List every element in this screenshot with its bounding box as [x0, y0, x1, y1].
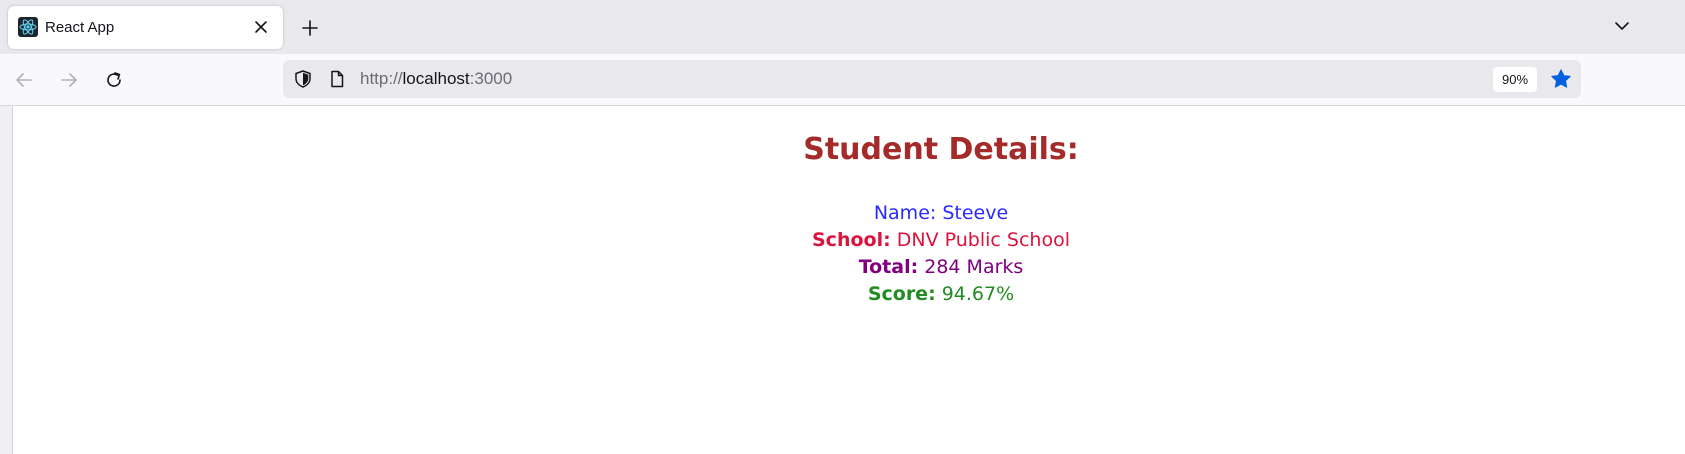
- school-value: DNV Public School: [896, 229, 1070, 251]
- url-port: :3000: [469, 69, 513, 88]
- zoom-level-button[interactable]: 90%: [1493, 67, 1537, 92]
- navigation-toolbar: http://localhost:3000 90%: [0, 54, 1685, 106]
- total-row: Total: 284 Marks: [13, 254, 1685, 281]
- back-arrow-icon[interactable]: [11, 67, 37, 93]
- score-row: Score: 94.67%: [13, 281, 1685, 308]
- name-label: Name:: [873, 202, 937, 224]
- browser-window: React App http://localhost:3000 90% Stud…: [0, 0, 1685, 454]
- chevron-down-icon[interactable]: [1610, 14, 1634, 38]
- student-details: Name: Steeve School: DNV Public School T…: [13, 200, 1685, 308]
- forward-arrow-icon[interactable]: [56, 67, 82, 93]
- reload-icon[interactable]: [101, 67, 127, 93]
- total-label: Total:: [858, 256, 919, 278]
- star-icon[interactable]: [1550, 68, 1572, 90]
- react-icon: [18, 17, 38, 37]
- page-icon[interactable]: [327, 69, 347, 89]
- url-text[interactable]: http://localhost:3000: [360, 69, 512, 89]
- tab-react-app[interactable]: React App: [8, 6, 283, 49]
- name-row: Name: Steeve: [13, 200, 1685, 227]
- school-label: School:: [812, 229, 891, 251]
- page-title: Student Details:: [803, 132, 1079, 167]
- url-host: localhost: [402, 69, 470, 88]
- name-value: Steeve: [942, 202, 1009, 224]
- page-viewport: Student Details: Name: Steeve School: DN…: [12, 106, 1685, 454]
- score-value: 94.67%: [941, 283, 1015, 305]
- total-value: 284 Marks: [924, 256, 1024, 278]
- tab-title: React App: [45, 19, 115, 36]
- address-bar[interactable]: http://localhost:3000 90%: [283, 60, 1581, 98]
- url-scheme: http://: [360, 69, 403, 88]
- plus-icon[interactable]: [298, 16, 322, 40]
- school-row: School: DNV Public School: [13, 227, 1685, 254]
- close-icon[interactable]: [251, 17, 271, 37]
- score-label: Score:: [867, 283, 936, 305]
- shield-icon[interactable]: [293, 69, 313, 89]
- tab-strip: React App: [0, 0, 1685, 54]
